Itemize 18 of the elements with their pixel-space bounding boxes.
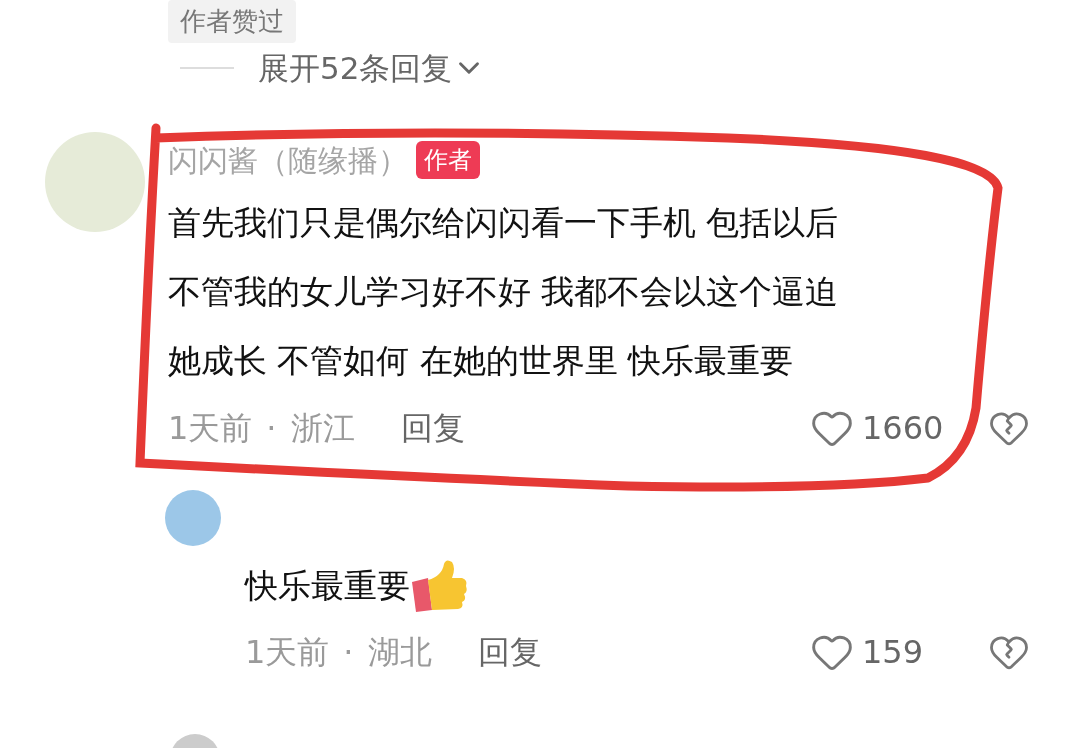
like-count: 159 <box>862 635 925 668</box>
separator-dot: · <box>266 411 277 444</box>
comment-location: 浙江 <box>290 411 355 444</box>
comment-text: 首先我们只是偶尔给闪闪看一下手机 包括以后 <box>168 201 840 244</box>
comment-text: 她成长 不管如何 在她的世界里 快乐最重要 <box>168 339 795 382</box>
expand-replies-button[interactable]: 展开52条回复 <box>258 45 487 92</box>
comment-text: 不管我的女儿学习好不好 我都不会以这个逼迫 <box>168 270 840 313</box>
reply-button[interactable]: 回复 <box>400 411 465 444</box>
thumbs-up-icon <box>410 557 470 614</box>
author-badge: 作者 <box>416 141 480 179</box>
like-count: 1660 <box>862 411 945 444</box>
separator-dot: · <box>343 635 354 668</box>
reply-text: 快乐最重要 <box>245 564 410 607</box>
comment-time: 1天前 <box>168 411 253 444</box>
comment-location: 湖北 <box>367 635 432 668</box>
comment-time: 1天前 <box>245 635 330 668</box>
liked-badge: 作者赞过 <box>168 0 296 43</box>
reply-button[interactable]: 回复 <box>477 635 542 668</box>
